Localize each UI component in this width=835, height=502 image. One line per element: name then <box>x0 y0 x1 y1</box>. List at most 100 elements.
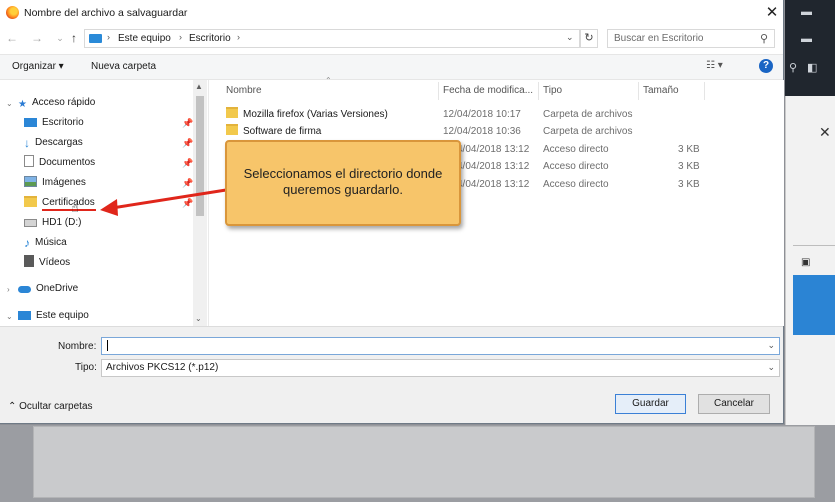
chevron-down-icon[interactable]: ⌄ <box>767 362 775 373</box>
sidebar-item-label: OneDrive <box>36 283 79 294</box>
column-header-name[interactable]: Nombre <box>226 85 262 96</box>
sort-ascending-icon: ⌃ <box>325 76 332 85</box>
forward-button[interactable]: → <box>29 31 45 45</box>
sidebar-item-label: HD1 (D:) <box>42 217 82 228</box>
file-type: Acceso directo <box>543 161 609 172</box>
sidebar-item-descargas[interactable]: ↓ Descargas <box>24 134 83 152</box>
chevron-down-icon[interactable]: ⌄ <box>767 340 775 351</box>
scroll-down-icon[interactable]: ⌄ <box>195 314 202 323</box>
filename-input[interactable]: ⌄ <box>101 337 780 355</box>
column-separator[interactable] <box>704 82 705 100</box>
sidebar-item-escritorio[interactable]: Escritorio <box>24 114 84 132</box>
sidebar-item-label: Descargas <box>35 137 83 148</box>
background-close-icon[interactable]: ✕ <box>819 124 831 141</box>
sidebar-item-quick-access[interactable]: ★ Acceso rápido <box>18 94 95 112</box>
music-icon: ♪ <box>24 236 30 250</box>
column-header-size[interactable]: Tamaño <box>643 85 679 96</box>
up-button[interactable]: ↑ <box>66 31 82 45</box>
callout-text: Seleccionamos el directorio donde querem… <box>243 166 443 197</box>
file-type: Carpeta de archivos <box>543 109 633 120</box>
sidebar-item-label: Este equipo <box>36 310 89 321</box>
back-button[interactable]: ← <box>4 31 20 45</box>
background-icon-2: ▬ <box>801 33 812 45</box>
column-header-date[interactable]: Fecha de modifica... <box>443 85 533 96</box>
filetype-select[interactable]: Archivos PKCS12 (*.p12) ⌄ <box>101 359 780 377</box>
sidebar-item-this-pc[interactable]: Este equipo <box>18 307 89 325</box>
image-icon <box>24 176 37 187</box>
chevron-right-icon: › <box>237 32 240 42</box>
file-date: 4/04/2018 13:12 <box>457 179 530 190</box>
document-icon <box>24 155 34 167</box>
background-toolbar: ▬ ▬ ⚲ ◧ <box>785 0 835 96</box>
sidebar-item-label: Vídeos <box>39 257 71 268</box>
sidebar-item-certificados[interactable]: Certificados <box>24 194 95 212</box>
new-folder-button[interactable]: Nueva carpeta <box>91 61 156 72</box>
file-type: Carpeta de archivos <box>543 126 633 137</box>
sidebar-item-label: Escritorio <box>42 117 84 128</box>
file-date: 4/04/2018 13:12 <box>457 161 530 172</box>
pin-icon: 📌 <box>182 158 194 168</box>
file-date: 4/04/2018 13:12 <box>457 144 530 155</box>
pin-icon: 📌 <box>182 138 194 148</box>
sidebar-item-imagenes[interactable]: Imágenes <box>24 174 86 192</box>
expand-icon[interactable]: ⌄ <box>6 99 13 108</box>
chevron-right-icon: › <box>179 32 182 42</box>
sidebar-item-label: Música <box>35 237 67 248</box>
sidebar-item-videos[interactable]: Vídeos <box>24 254 70 272</box>
chevron-down-icon[interactable]: ⌄ <box>566 32 574 43</box>
text-caret <box>107 340 108 351</box>
file-size: 3 KB <box>678 144 700 155</box>
breadcrumb-desktop[interactable]: Escritorio <box>189 33 231 44</box>
filetype-value: Archivos PKCS12 (*.p12) <box>106 362 219 373</box>
tutorial-callout: Seleccionamos el directorio donde querem… <box>225 140 461 226</box>
sidebar-item-hd1[interactable]: HD1 (D:) <box>24 214 81 232</box>
chevron-right-icon: › <box>107 32 110 42</box>
view-options-icon[interactable]: ☷ ▾ <box>706 60 723 71</box>
refresh-button[interactable]: ↻ <box>580 29 598 48</box>
background-icon-3: ⚲ <box>789 62 798 74</box>
cancel-button[interactable]: Cancelar <box>698 394 770 414</box>
expand-icon[interactable]: › <box>7 285 10 294</box>
drive-icon <box>24 219 37 227</box>
firefox-icon <box>6 6 19 19</box>
table-row[interactable]: Software de firma 12/04/2018 10:36 Carpe… <box>222 123 702 140</box>
hide-folders-button[interactable]: ⌃ Ocultar carpetas <box>8 401 93 412</box>
save-button[interactable]: Guardar <box>615 394 686 414</box>
file-name: Mozilla firefox (Varias Versiones) <box>243 109 388 120</box>
address-bar[interactable]: › Este equipo › Escritorio › ⌄ <box>84 29 580 48</box>
background-icon-4: ◧ <box>807 62 818 74</box>
command-bar: Organizar ▾ Nueva carpeta ☷ ▾ ? <box>0 54 783 80</box>
sidebar-item-label: Documentos <box>39 157 96 168</box>
mouse-cursor-icon: ☝ <box>71 200 79 215</box>
background-icon-1: ▬ <box>801 6 812 18</box>
desktop-icon <box>24 118 37 127</box>
sidebar-scroll-thumb[interactable] <box>196 96 204 216</box>
title-bar: Nombre del archivo a salvaguardar ✕ <box>0 0 783 26</box>
file-size: 3 KB <box>678 179 700 190</box>
search-input[interactable]: Buscar en Escritorio ⚲ <box>607 29 775 48</box>
column-header-type[interactable]: Tipo <box>543 85 562 96</box>
cloud-icon <box>18 286 31 293</box>
folder-icon <box>226 123 243 140</box>
column-separator[interactable] <box>438 82 439 100</box>
filename-label: Nombre: <box>58 341 97 352</box>
help-button[interactable]: ? <box>759 59 773 73</box>
close-button[interactable]: ✕ <box>762 3 782 23</box>
sidebar-item-musica[interactable]: ♪ Música <box>24 234 67 252</box>
pin-icon: 📌 <box>182 198 194 208</box>
table-row[interactable]: Mozilla firefox (Varias Versiones) 12/04… <box>222 106 702 123</box>
file-date: 12/04/2018 10:36 <box>443 126 521 137</box>
expand-icon[interactable]: ⌄ <box>6 312 13 321</box>
scroll-up-icon[interactable]: ▲ <box>195 82 203 91</box>
sidebar-item-label: Imágenes <box>42 177 86 188</box>
column-separator[interactable] <box>638 82 639 100</box>
column-separator[interactable] <box>538 82 539 100</box>
file-size: 3 KB <box>678 161 700 172</box>
breadcrumb-this-pc[interactable]: Este equipo <box>118 33 171 44</box>
organize-button[interactable]: Organizar ▾ <box>12 61 64 72</box>
sidebar-item-onedrive[interactable]: OneDrive <box>18 280 78 298</box>
sidebar-item-documentos[interactable]: Documentos <box>24 154 95 172</box>
background-grid-icon: ▣ <box>801 257 811 268</box>
window-title: Nombre del archivo a salvaguardar <box>24 7 188 19</box>
computer-icon <box>18 311 31 320</box>
